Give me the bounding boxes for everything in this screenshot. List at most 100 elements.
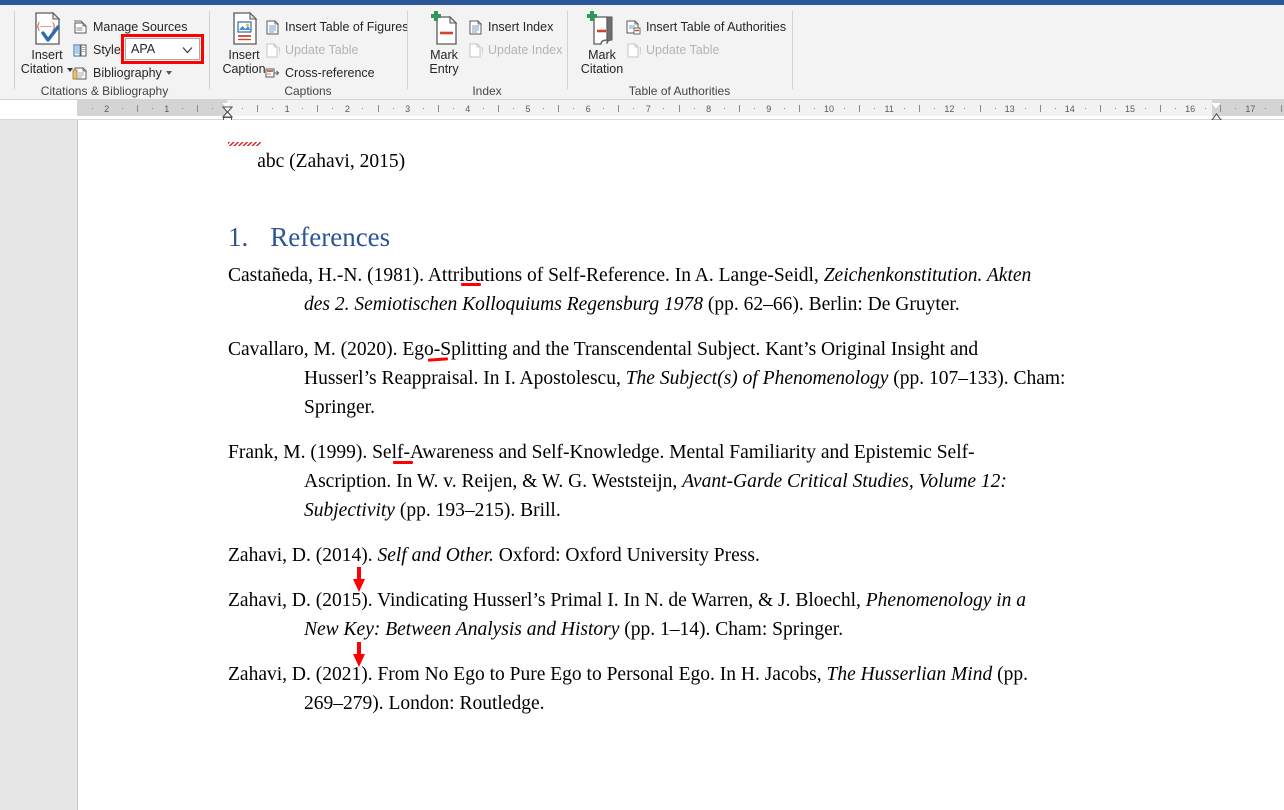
ruler-half-tick [678, 105, 680, 112]
citation-style-combobox[interactable]: APA [125, 38, 200, 60]
ruler-half-tick [738, 105, 740, 112]
svg-text:!: ! [639, 46, 642, 57]
update-table-figures-button: ! Update Table [264, 39, 358, 61]
reference-text: Zahavi, D. (2014). [228, 545, 378, 566]
ruler-label: 14 [1064, 104, 1075, 114]
right-indent-marker[interactable] [1211, 103, 1222, 121]
reference-line: Frank, M. (1999). Self-Awareness and Sel… [228, 438, 975, 467]
reference-text: (pp. 107–133). Cham: [888, 368, 1066, 389]
heading-number: 1. [228, 222, 249, 252]
group-title-index: Index [472, 84, 502, 98]
bibliography-button[interactable]: Bibliography [72, 62, 172, 84]
svg-text:!: ! [481, 46, 484, 57]
group-divider [407, 11, 408, 89]
update-table-icon: ! [625, 42, 642, 59]
group-divider [567, 11, 568, 89]
ruler-quarter-tick [633, 108, 635, 109]
insert-citation-button[interactable]: (—) Insert Citation [15, 9, 79, 76]
reference-title-italic: Phenomenology in a [865, 590, 1027, 611]
update-table-icon: ! [264, 42, 281, 59]
svg-text:(—): (—) [37, 20, 56, 32]
ribbon-group-citations-bibliography: (—) Insert Citation Manage Sources Style… [0, 5, 209, 100]
spellcheck-squiggle [228, 142, 261, 146]
ruler-half-tick [1099, 105, 1101, 112]
ruler-label: 11 [884, 104, 894, 114]
ruler-label: 4 [465, 104, 471, 114]
insert-table-of-authorities-icon [625, 19, 642, 36]
reference-text: Zahavi, D. (2015). Vindicating Husserl’s… [228, 590, 866, 611]
ruler-half-tick [1280, 105, 1282, 112]
horizontal-ruler[interactable]: 2 1 1 2 3 4 5 6 7 8 9 10 11 12 13 14 15 16 17 [0, 100, 1284, 121]
ruler-half-tick [497, 105, 499, 112]
ruler-quarter-tick [1145, 108, 1147, 109]
reference-line: Zahavi, D. (2014). Self and Other. Oxfor… [228, 541, 760, 570]
ruler-quarter-tick [91, 108, 93, 109]
ruler-quarter-tick [904, 108, 906, 109]
cross-reference-button[interactable]: Cross-reference [264, 62, 375, 84]
ruler-quarter-tick [964, 108, 966, 109]
reference-text: Zahavi, D. (2021). From No Ego to Pure E… [228, 664, 827, 685]
document-page[interactable]: abc (Zahavi, 2015) 1. References Castañed… [77, 120, 1284, 810]
ruler-quarter-tick [723, 108, 725, 109]
insert-table-of-figures-button[interactable]: Insert Table of Figures [264, 16, 408, 38]
ruler-quarter-tick [422, 108, 424, 109]
update-index-icon: ! [467, 42, 484, 59]
paragraph-above-references[interactable]: abc (Zahavi, 2015) [228, 118, 828, 205]
reference-line: Ascription. In W. v. Reijen, & W. G. Wes… [304, 467, 1007, 496]
ruler-half-tick [798, 105, 800, 112]
cross-reference-label: Cross-reference [285, 66, 375, 80]
chevron-down-icon[interactable] [181, 43, 194, 56]
reference-title-italic: Zeichenkonstitution. Akten [823, 265, 1032, 286]
ruler-half-tick [136, 105, 138, 112]
ruler-quarter-tick [272, 108, 274, 109]
ruler-label: 13 [1004, 104, 1015, 114]
update-table-authorities-label: Update Table [646, 43, 720, 57]
ruler-quarter-tick [181, 108, 183, 109]
ruler-quarter-tick [482, 108, 484, 109]
reference-line: Husserl’s Reappraisal. In I. Apostolescu… [304, 364, 1065, 393]
mark-citation-label-line2: Citation [580, 62, 624, 76]
group-title-captions: Captions [284, 84, 332, 98]
insert-citation-label-line1: Insert [31, 48, 63, 62]
document-scroll-area[interactable]: abc (Zahavi, 2015) 1. References Castañed… [0, 120, 1284, 810]
ruler-label: 7 [645, 104, 651, 114]
reference-line: Castañeda, H.-N. (1981). Attributions of… [228, 261, 1031, 290]
insert-table-of-authorities-button[interactable]: Insert Table of Authorities [625, 16, 786, 38]
ruler-quarter-tick [151, 108, 153, 109]
reference-line: Zahavi, D. (2015). Vindicating Husserl’s… [228, 586, 1026, 615]
ruler-half-tick [377, 105, 379, 112]
ruler-label: 10 [823, 104, 835, 114]
svg-text:!: ! [278, 46, 281, 57]
heading-references[interactable]: 1. References [228, 221, 390, 253]
ruler-quarter-tick [1205, 108, 1207, 109]
reference-line: Springer. [304, 393, 375, 422]
cross-reference-icon [264, 65, 281, 82]
ruler-half-tick [437, 105, 439, 112]
ruler-quarter-tick [242, 108, 244, 109]
group-title-citations-bibliography: Citations & Bibliography [40, 84, 169, 98]
ruler-quarter-tick [934, 108, 936, 109]
ruler-quarter-tick [573, 108, 575, 109]
left-indent-marker[interactable] [222, 103, 233, 121]
ruler-quarter-tick [512, 108, 514, 109]
reference-text: (pp. 1–14). Cham: Springer. [619, 619, 844, 640]
ruler-quarter-tick [543, 108, 545, 109]
bibliography-icon [72, 65, 89, 82]
ruler-half-tick [196, 105, 198, 112]
ribbon-group-captions: Insert Caption Insert Table of Figures ! [209, 5, 408, 100]
insert-table-of-figures-label: Insert Table of Figures [285, 20, 409, 34]
reference-title-italic: The Husserlian Mind [826, 664, 993, 685]
ruler-quarter-tick [994, 108, 996, 109]
ruler-label: 9 [766, 104, 772, 114]
paragraph-above-text: abc (Zahavi, 2015) [257, 151, 406, 172]
insert-index-button[interactable]: Insert Index [467, 16, 553, 38]
ruler-label: 1 [164, 104, 170, 114]
reference-line: Cavallaro, M. (2020). Ego-Splitting and … [228, 335, 978, 364]
manage-sources-button[interactable]: Manage Sources [72, 16, 188, 38]
ruler-half-tick [919, 105, 921, 112]
chevron-down-icon[interactable] [165, 71, 172, 75]
ruler-half-tick [859, 105, 861, 112]
reference-line: des 2. Semiotischen Kolloquiums Regensbu… [304, 290, 960, 319]
ruler-quarter-tick [874, 108, 876, 109]
manage-sources-icon [72, 19, 89, 36]
